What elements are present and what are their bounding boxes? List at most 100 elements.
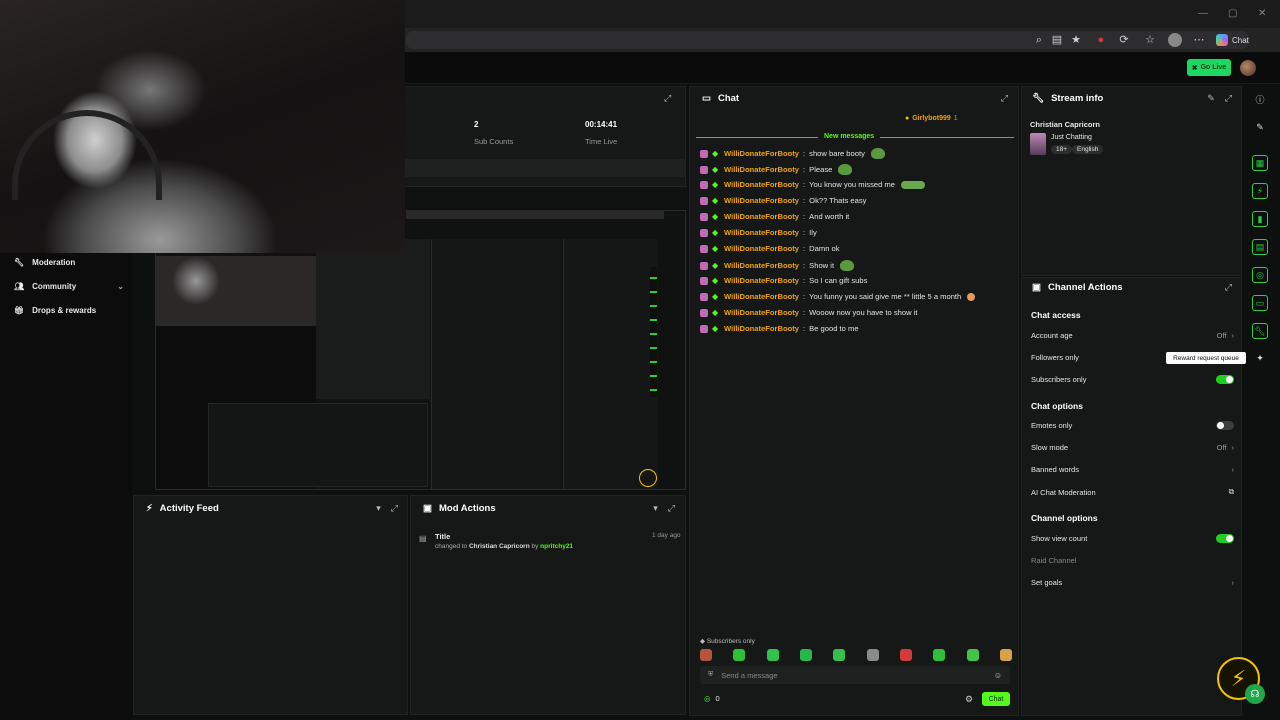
chat-message: ◆ WilliDonateForBooty: Be good to me bbox=[700, 324, 859, 333]
chat-username[interactable]: WilliDonateForBooty bbox=[724, 261, 799, 270]
chat-username[interactable]: WilliDonateForBooty bbox=[724, 308, 799, 317]
emote-shortcut-icon[interactable] bbox=[733, 649, 746, 661]
filter-icon[interactable]: ▾ bbox=[653, 503, 658, 514]
nav-item-moderation[interactable]: 🔧︎ Moderation bbox=[14, 258, 124, 267]
headphones-shape bbox=[12, 110, 162, 200]
subscribers-only-toggle[interactable] bbox=[1216, 375, 1234, 384]
pepe-emote-icon bbox=[838, 164, 853, 175]
panel-title: Mod Actions bbox=[438, 503, 496, 514]
emote-shortcut-icon[interactable] bbox=[799, 649, 812, 661]
chat-icon[interactable]: ▤ bbox=[1252, 239, 1268, 255]
reader-icon[interactable]: ▤ bbox=[1050, 33, 1064, 47]
account-age-row[interactable]: Account age Off › bbox=[1031, 331, 1234, 340]
emote-shortcut-icon[interactable] bbox=[866, 649, 879, 661]
info-icon[interactable]: ⓘ bbox=[1252, 91, 1268, 107]
chat-username[interactable]: WilliDonateForBooty bbox=[724, 292, 799, 301]
expand-icon[interactable]: ⤢ bbox=[1225, 282, 1232, 293]
favorites-icon[interactable]: ☆ bbox=[1143, 33, 1157, 47]
slow-mode-row[interactable]: Slow mode Off › bbox=[1031, 443, 1234, 452]
ai-moderation-row[interactable]: AI Chat Moderation ⧉ bbox=[1031, 487, 1234, 497]
send-chat-button[interactable]: Chat bbox=[982, 692, 1010, 706]
copilot-chat-button[interactable]: Chat bbox=[1216, 31, 1249, 49]
row-value: Off bbox=[1216, 331, 1227, 340]
panel-title: Channel Actions bbox=[1047, 282, 1123, 293]
chat-text: So I can gift subs bbox=[809, 276, 868, 285]
raid-channel-row[interactable]: Raid Channel bbox=[1031, 556, 1234, 565]
stat-sub-counts: 2 Sub Counts bbox=[474, 120, 513, 146]
mod-username[interactable]: npritchy21 bbox=[540, 543, 573, 550]
verified-badge-icon: ◆ bbox=[712, 195, 719, 205]
edit-icon[interactable]: ✎ bbox=[1207, 93, 1215, 104]
pinned-gifter[interactable]: ● Girlybot999 1 bbox=[905, 115, 958, 122]
chat-message: ◆ WilliDonateForBooty: You know you missed… bbox=[700, 180, 925, 189]
profile-avatar-icon[interactable] bbox=[1168, 33, 1182, 47]
right-tool-rail: ⓘ ✎ ▦ ⚡︎ ▮ ▤ ◎ ▭ 🔧︎ ✦ bbox=[1243, 86, 1278, 716]
more-menu-icon[interactable]: ⋯ bbox=[1192, 33, 1206, 47]
emote-shortcut-icon[interactable] bbox=[966, 649, 979, 661]
minimize-icon[interactable]: — bbox=[1198, 8, 1208, 19]
screen-icon[interactable]: ▭ bbox=[1252, 295, 1268, 311]
show-view-count-toggle[interactable] bbox=[1216, 534, 1234, 543]
expand-icon[interactable]: ⤢ bbox=[664, 93, 671, 104]
chat-username[interactable]: WilliDonateForBooty bbox=[724, 149, 799, 158]
chat-username[interactable]: WilliDonateForBooty bbox=[724, 196, 799, 205]
emote-shortcut-icon[interactable] bbox=[933, 649, 946, 661]
chat-username[interactable]: WilliDonateForBooty bbox=[724, 276, 799, 285]
go-live-button[interactable]: ✖ Go Live bbox=[1187, 59, 1231, 76]
emote-shortcut-icon[interactable] bbox=[899, 649, 912, 661]
chat-message: ◆ WilliDonateForBooty: Ok?? Thats easy bbox=[700, 196, 866, 205]
sub-badge-icon bbox=[700, 196, 708, 205]
chat-bubble-icon: ▭ bbox=[702, 93, 711, 104]
emotes-only-toggle[interactable] bbox=[1216, 421, 1234, 430]
settings-gear-icon[interactable]: ⚙ bbox=[965, 694, 973, 705]
banned-words-row[interactable]: Banned words › bbox=[1031, 465, 1234, 474]
extension-blocker-icon[interactable]: ● bbox=[1094, 33, 1108, 47]
chat-colon: : bbox=[803, 149, 806, 158]
user-avatar[interactable] bbox=[1240, 60, 1256, 76]
close-window-icon[interactable]: ✕ bbox=[1258, 8, 1266, 19]
emote-shortcut-icon[interactable] bbox=[999, 649, 1012, 661]
nav-item-drops-rewards[interactable]: 🎁︎ Drops & rewards bbox=[14, 306, 124, 315]
emote-shortcut-icon[interactable] bbox=[766, 649, 779, 661]
chat-username[interactable]: WilliDonateForBooty bbox=[724, 228, 799, 237]
refresh-extension-icon[interactable]: ⟳ bbox=[1117, 33, 1131, 47]
expand-icon[interactable]: ⤢ bbox=[1001, 93, 1008, 104]
verified-badge-icon: ◆ bbox=[712, 227, 719, 237]
chat-input[interactable]: ⛨ Send a message ☺ bbox=[700, 666, 1010, 684]
emote-shortcut-icon[interactable] bbox=[700, 649, 712, 661]
emoji-picker-icon[interactable]: ☺ bbox=[994, 671, 1002, 680]
preview-chat bbox=[431, 239, 561, 489]
reward-queue-icon[interactable]: ✦ bbox=[1252, 350, 1268, 366]
activity-bolt-icon[interactable]: ⚡︎ bbox=[1252, 183, 1268, 199]
expand-icon[interactable]: ⤢ bbox=[391, 503, 398, 514]
new-title: Christian Capricorn bbox=[468, 543, 530, 550]
mod-action-detail: changed to Christian Capricorn by npritc… bbox=[435, 543, 573, 550]
chat-username[interactable]: WilliDonateForBooty bbox=[724, 244, 799, 253]
chat-username[interactable]: WilliDonateForBooty bbox=[724, 180, 799, 189]
expand-icon[interactable]: ⤢ bbox=[1225, 93, 1232, 104]
detail-by: by bbox=[531, 543, 539, 550]
frog-emote-icon bbox=[900, 180, 925, 189]
stats-panel-icon[interactable]: ▦ bbox=[1252, 155, 1268, 171]
target-icon[interactable]: ◎ bbox=[1252, 267, 1268, 283]
points-balance[interactable]: ◎ 0 bbox=[704, 694, 720, 703]
nav-item-community[interactable]: 👥︎ Community ⌄ bbox=[14, 282, 124, 291]
chat-username[interactable]: WilliDonateForBooty bbox=[724, 324, 799, 333]
expand-icon[interactable]: ⤢ bbox=[668, 503, 675, 514]
mod-tools-icon[interactable]: 🔧︎ bbox=[1252, 323, 1268, 339]
layout-icon[interactable]: ▮ bbox=[1252, 211, 1268, 227]
filter-icon[interactable]: ▾ bbox=[376, 503, 381, 514]
category-name[interactable]: Just Chatting bbox=[1051, 134, 1092, 141]
emote-shortcut-icon[interactable] bbox=[833, 649, 846, 661]
chat-username[interactable]: WilliDonateForBooty bbox=[724, 212, 799, 221]
maximize-icon[interactable]: ▢ bbox=[1228, 8, 1237, 19]
zoom-icon[interactable]: ⌕ bbox=[1032, 33, 1046, 47]
chat-message: ◆ WilliDonateForBooty: Ily bbox=[700, 228, 817, 237]
row-label: Banned words bbox=[1031, 465, 1079, 474]
verified-badge-icon: ◆ bbox=[712, 164, 719, 174]
edit-icon[interactable]: ✎ bbox=[1252, 119, 1268, 135]
support-chat-icon[interactable]: ☊ bbox=[1245, 684, 1265, 704]
favorite-star-icon[interactable]: ★ bbox=[1069, 33, 1083, 47]
chat-username[interactable]: WilliDonateForBooty bbox=[724, 165, 799, 174]
set-goals-row[interactable]: Set goals › bbox=[1031, 578, 1234, 587]
